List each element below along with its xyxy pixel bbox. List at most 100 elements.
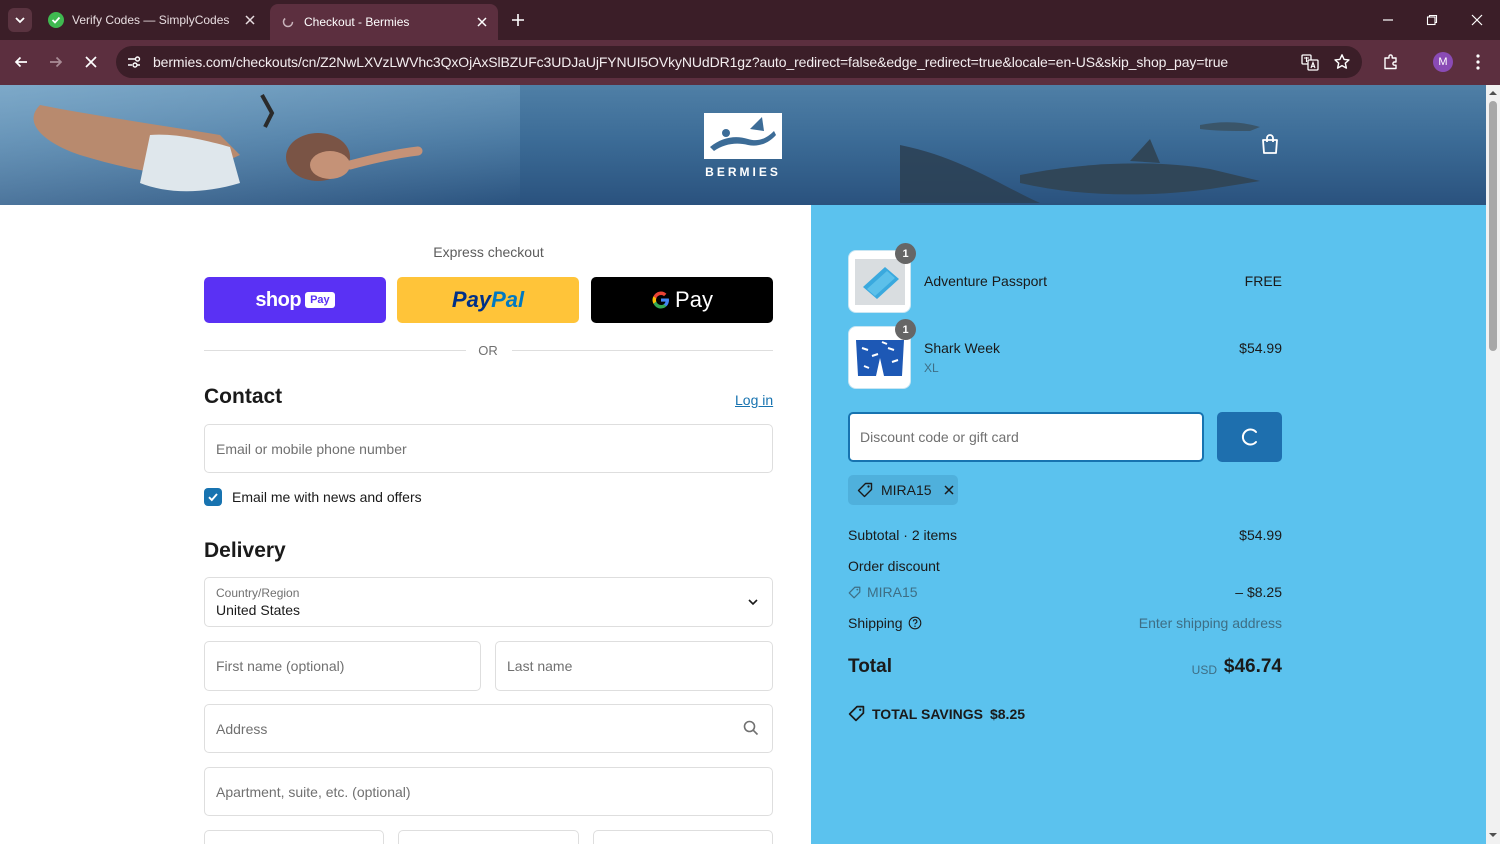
last-name-input[interactable] <box>496 642 772 690</box>
line-item-price: $54.99 <box>1239 340 1282 356</box>
paypal-wordmark-b: Pal <box>491 287 525 312</box>
zip-field[interactable] <box>593 830 773 844</box>
apartment-field[interactable] <box>204 767 773 816</box>
paypal-button[interactable]: Pay Pal <box>397 277 579 323</box>
address-input[interactable] <box>205 705 772 752</box>
line-item-variant: XL <box>924 361 939 375</box>
profile-avatar[interactable]: M <box>1433 52 1453 72</box>
tab-title: Verify Codes — SimplyCodes <box>72 13 230 27</box>
new-tab-button[interactable] <box>506 8 530 32</box>
order-summary: 1 Adventure Passport FREE 1 Shark Week X… <box>811 205 1486 844</box>
remove-discount-icon[interactable] <box>942 483 956 497</box>
site-info-icon[interactable] <box>124 52 144 72</box>
quantity-badge: 1 <box>895 319 916 340</box>
total-savings: TOTAL SAVINGS $8.25 <box>848 705 1025 722</box>
translate-icon[interactable] <box>1300 52 1320 72</box>
help-circle-icon[interactable] <box>908 616 922 630</box>
browser-tab-strip: Verify Codes — SimplyCodes Checkout - Be… <box>0 0 1500 40</box>
plus-icon <box>512 14 524 26</box>
currency-code: USD <box>1191 663 1217 677</box>
first-name-field[interactable] <box>204 641 481 691</box>
order-discount-label: Order discount <box>848 558 940 574</box>
close-window-button[interactable] <box>1455 0 1499 40</box>
shark-shorts-product-image <box>855 339 904 376</box>
scroll-up-icon[interactable] <box>1486 87 1500 99</box>
email-input[interactable] <box>205 425 772 472</box>
total-savings-value: $8.25 <box>989 705 1026 722</box>
back-button[interactable] <box>9 50 33 74</box>
bermies-logo-icon <box>704 113 782 159</box>
stop-loading-button[interactable] <box>79 50 103 74</box>
google-pay-label: Pay <box>675 287 713 312</box>
discount-code-row: MIRA15 <box>848 584 918 600</box>
newsletter-label: Email me with news and offers <box>232 489 422 505</box>
browser-tab-simplycodes[interactable]: Verify Codes — SimplyCodes <box>38 4 266 36</box>
bookmark-star-icon[interactable] <box>1332 52 1352 72</box>
browser-toolbar: bermies.com/checkouts/cn/Z2NwLXVzLWVhc3Q… <box>0 40 1500 85</box>
delivery-heading: Delivery <box>204 539 286 562</box>
discount-amount: – $8.25 <box>1235 584 1282 600</box>
store-header-banner: BERMIES <box>0 85 1486 205</box>
more-menu-icon[interactable] <box>1466 50 1490 74</box>
line-item-price: FREE <box>1244 273 1282 289</box>
loading-spinner-icon <box>1241 428 1257 446</box>
state-field[interactable] <box>398 830 579 844</box>
divider <box>512 350 773 351</box>
shopping-bag-icon[interactable] <box>1258 132 1282 156</box>
newsletter-checkbox[interactable] <box>204 488 222 506</box>
subtotal-value: $54.99 <box>1239 527 1282 543</box>
log-in-link[interactable]: Log in <box>735 392 773 408</box>
close-tab-icon[interactable] <box>472 12 492 32</box>
close-tab-icon[interactable] <box>240 10 260 30</box>
restore-icon <box>1426 14 1438 26</box>
extensions-icon[interactable] <box>1379 50 1403 74</box>
checkmark-icon <box>208 493 218 502</box>
or-separator: OR <box>478 343 498 358</box>
total-value: $46.74 <box>1223 656 1282 677</box>
tag-icon <box>848 705 865 722</box>
loading-favicon-icon <box>280 14 296 30</box>
arrow-left-icon <box>14 56 27 68</box>
email-field[interactable] <box>204 424 773 473</box>
city-field[interactable] <box>204 830 384 844</box>
country-label: Country/Region <box>216 586 300 600</box>
country-select[interactable]: Country/Region United States <box>204 577 773 627</box>
line-item-name: Shark Week <box>924 340 1000 356</box>
scroll-down-icon[interactable] <box>1486 829 1500 841</box>
brand-wordmark: BERMIES <box>705 165 781 179</box>
address-field[interactable] <box>204 704 773 753</box>
shipping-label: Shipping <box>848 615 903 631</box>
shipping-row: Shipping <box>848 615 922 631</box>
shipping-value: Enter shipping address <box>1138 615 1282 631</box>
line-item-name: Adventure Passport <box>924 273 1047 289</box>
minimize-icon <box>1383 19 1393 21</box>
restore-button[interactable] <box>1410 0 1454 40</box>
scrollbar-thumb[interactable] <box>1489 101 1497 351</box>
forward-button[interactable] <box>44 50 68 74</box>
browser-tab-checkout[interactable]: Checkout - Bermies <box>270 4 498 40</box>
discount-code-input[interactable] <box>850 414 1202 460</box>
page-scrollbar[interactable] <box>1486 85 1500 844</box>
tag-icon <box>857 482 873 498</box>
first-name-input[interactable] <box>205 642 480 690</box>
search-icon <box>743 720 759 736</box>
apartment-input[interactable] <box>205 768 772 815</box>
google-pay-button[interactable]: Pay <box>591 277 773 323</box>
address-bar[interactable]: bermies.com/checkouts/cn/Z2NwLXVzLWVhc3Q… <box>116 46 1362 78</box>
shop-pay-button[interactable]: shop Pay <box>204 277 386 323</box>
minimize-button[interactable] <box>1366 0 1410 40</box>
contact-heading: Contact <box>204 385 283 408</box>
last-name-field[interactable] <box>495 641 773 691</box>
arrow-right-icon <box>50 56 63 68</box>
express-checkout-title: Express checkout <box>433 244 544 260</box>
passport-product-image <box>854 258 905 305</box>
tab-search-button[interactable] <box>8 8 32 32</box>
apply-discount-button[interactable] <box>1217 412 1282 462</box>
discount-code-field[interactable] <box>848 412 1204 462</box>
applied-discount-chip: MIRA15 <box>848 475 958 505</box>
checkout-form: Express checkout shop Pay Pay Pal Pay OR … <box>0 205 811 844</box>
chevron-down-icon <box>748 599 758 606</box>
tab-title: Checkout - Bermies <box>304 15 410 29</box>
close-icon <box>1471 14 1483 26</box>
close-icon <box>85 56 97 68</box>
